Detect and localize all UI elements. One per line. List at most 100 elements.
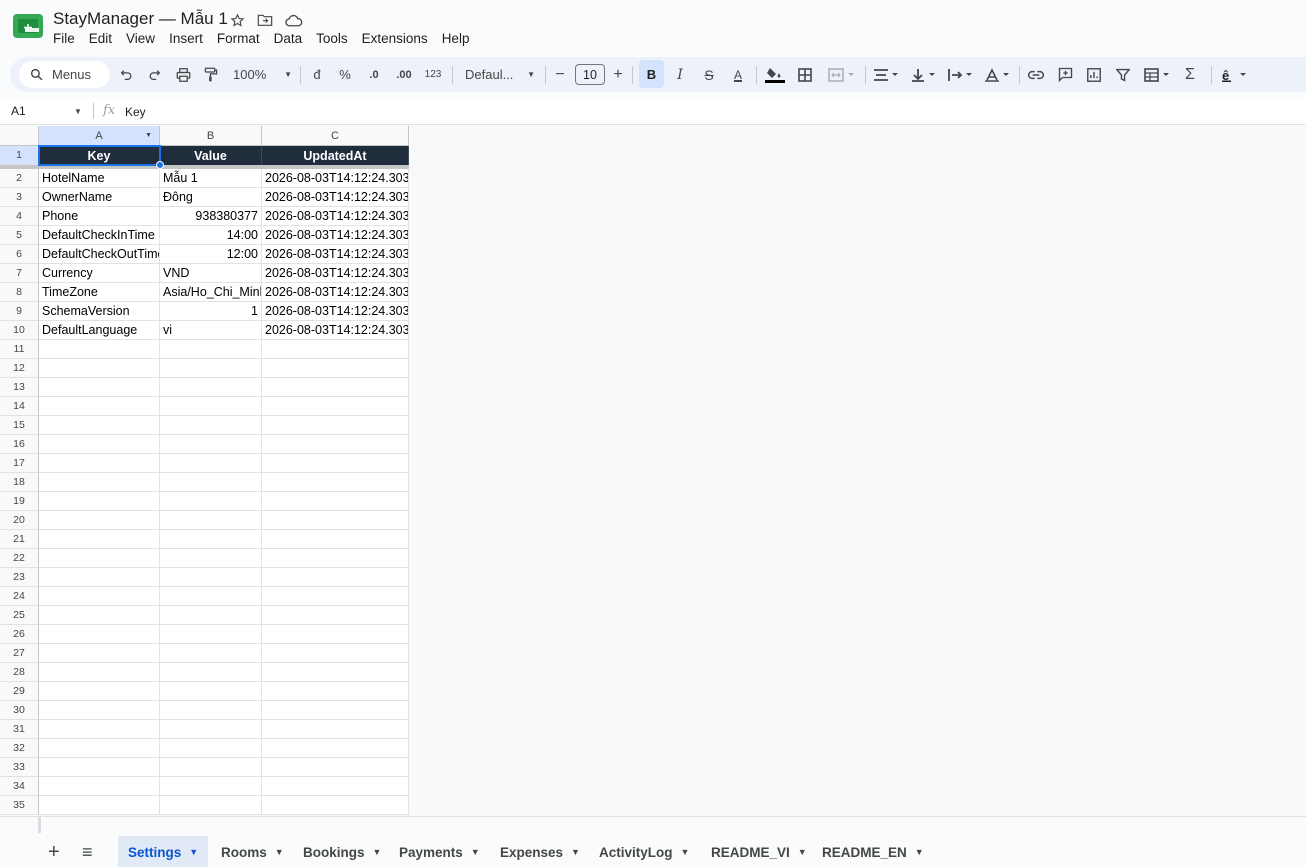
empty-cell[interactable]: [39, 739, 160, 758]
empty-cell[interactable]: [262, 663, 409, 682]
empty-cell[interactable]: [262, 397, 409, 416]
row-header[interactable]: 35: [0, 796, 39, 815]
menu-format[interactable]: Format: [210, 30, 267, 48]
cloud-status-icon[interactable]: [284, 10, 304, 30]
table-cell[interactable]: DefaultCheckOutTime: [39, 245, 160, 264]
filter-icon[interactable]: [1113, 57, 1133, 92]
empty-cell[interactable]: [39, 473, 160, 492]
empty-cell[interactable]: [262, 340, 409, 359]
table-cell[interactable]: SchemaVersion: [39, 302, 160, 321]
text-wrapping-icon[interactable]: [946, 57, 976, 92]
input-tools-icon[interactable]: ê: [1218, 57, 1252, 92]
table-cell[interactable]: HotelName: [39, 169, 160, 188]
header-cell[interactable]: Value: [160, 146, 262, 165]
empty-cell[interactable]: [39, 397, 160, 416]
empty-cell[interactable]: [160, 435, 262, 454]
table-cell[interactable]: VND: [160, 264, 262, 283]
empty-cell[interactable]: [39, 511, 160, 530]
empty-cell[interactable]: [39, 587, 160, 606]
empty-cell[interactable]: [160, 549, 262, 568]
empty-cell[interactable]: [39, 682, 160, 701]
text-rotation-icon[interactable]: [983, 57, 1013, 92]
zoom-select[interactable]: 100% ▼: [230, 57, 292, 92]
empty-cell[interactable]: [262, 606, 409, 625]
empty-cell[interactable]: [262, 416, 409, 435]
empty-cell[interactable]: [262, 758, 409, 777]
empty-cell[interactable]: [39, 606, 160, 625]
empty-cell[interactable]: [160, 777, 262, 796]
table-cell[interactable]: TimeZone: [39, 283, 160, 302]
empty-cell[interactable]: [262, 511, 409, 530]
empty-cell[interactable]: [39, 701, 160, 720]
empty-cell[interactable]: [160, 568, 262, 587]
add-sheet-button[interactable]: +: [38, 836, 70, 867]
row-header[interactable]: 5: [0, 226, 39, 245]
empty-cell[interactable]: [160, 511, 262, 530]
empty-cell[interactable]: [39, 758, 160, 777]
empty-cell[interactable]: [262, 492, 409, 511]
empty-cell[interactable]: [262, 454, 409, 473]
row-header[interactable]: 17: [0, 454, 39, 473]
column-header-c[interactable]: C: [262, 126, 409, 146]
row-header[interactable]: 6: [0, 245, 39, 264]
chevron-down-icon[interactable]: ▼: [915, 847, 924, 857]
table-cell[interactable]: OwnerName: [39, 188, 160, 207]
row-header[interactable]: 32: [0, 739, 39, 758]
menu-tools[interactable]: Tools: [309, 30, 355, 48]
vertical-align-icon[interactable]: [909, 57, 939, 92]
empty-cell[interactable]: [262, 701, 409, 720]
empty-cell[interactable]: [262, 549, 409, 568]
row-header[interactable]: 14: [0, 397, 39, 416]
decrease-font-size-button[interactable]: −: [552, 57, 568, 92]
empty-cell[interactable]: [39, 340, 160, 359]
row-header[interactable]: 20: [0, 511, 39, 530]
decrease-decimal-button[interactable]: .0: [363, 57, 385, 92]
redo-icon[interactable]: [145, 57, 163, 92]
row-header[interactable]: 30: [0, 701, 39, 720]
table-cell[interactable]: 2026-08-03T14:12:24.303Z: [262, 245, 409, 264]
row-header[interactable]: 15: [0, 416, 39, 435]
row-header[interactable]: 26: [0, 625, 39, 644]
table-cell[interactable]: 2026-08-03T14:12:24.303Z: [262, 283, 409, 302]
fill-handle[interactable]: [156, 161, 164, 169]
empty-cell[interactable]: [262, 435, 409, 454]
empty-cell[interactable]: [262, 682, 409, 701]
sheets-logo-icon[interactable]: [13, 14, 43, 38]
row-header[interactable]: 10: [0, 321, 39, 340]
filter-views-icon[interactable]: [1141, 57, 1175, 92]
sheet-tab-settings[interactable]: Settings ▼: [118, 836, 209, 867]
chevron-down-icon[interactable]: ▼: [571, 847, 580, 857]
text-color-button[interactable]: A: [728, 57, 748, 92]
italic-button[interactable]: I: [670, 57, 690, 92]
empty-cell[interactable]: [160, 530, 262, 549]
increase-font-size-button[interactable]: +: [610, 57, 626, 92]
empty-cell[interactable]: [262, 644, 409, 663]
chevron-down-icon[interactable]: ▼: [74, 107, 82, 116]
menu-insert[interactable]: Insert: [162, 30, 210, 48]
empty-cell[interactable]: [39, 416, 160, 435]
row-header[interactable]: 25: [0, 606, 39, 625]
column-menu-chevron-icon[interactable]: ▼: [145, 132, 152, 139]
empty-cell[interactable]: [262, 359, 409, 378]
empty-cell[interactable]: [39, 454, 160, 473]
insert-link-icon[interactable]: [1026, 57, 1046, 92]
empty-cell[interactable]: [262, 777, 409, 796]
table-cell[interactable]: 12:00: [160, 245, 262, 264]
empty-cell[interactable]: [39, 492, 160, 511]
empty-cell[interactable]: [160, 378, 262, 397]
formula-input[interactable]: Key: [125, 105, 146, 119]
empty-cell[interactable]: [39, 359, 160, 378]
chevron-down-icon[interactable]: ▼: [373, 847, 382, 857]
empty-cell[interactable]: [262, 796, 409, 815]
empty-cell[interactable]: [262, 568, 409, 587]
row-header[interactable]: 24: [0, 587, 39, 606]
empty-cell[interactable]: [160, 796, 262, 815]
row-header[interactable]: 33: [0, 758, 39, 777]
empty-cell[interactable]: [262, 530, 409, 549]
menu-extensions[interactable]: Extensions: [355, 30, 435, 48]
chevron-down-icon[interactable]: ▼: [471, 847, 480, 857]
empty-cell[interactable]: [160, 416, 262, 435]
empty-cell[interactable]: [262, 739, 409, 758]
header-cell[interactable]: UpdatedAt: [262, 146, 409, 165]
empty-cell[interactable]: [160, 758, 262, 777]
